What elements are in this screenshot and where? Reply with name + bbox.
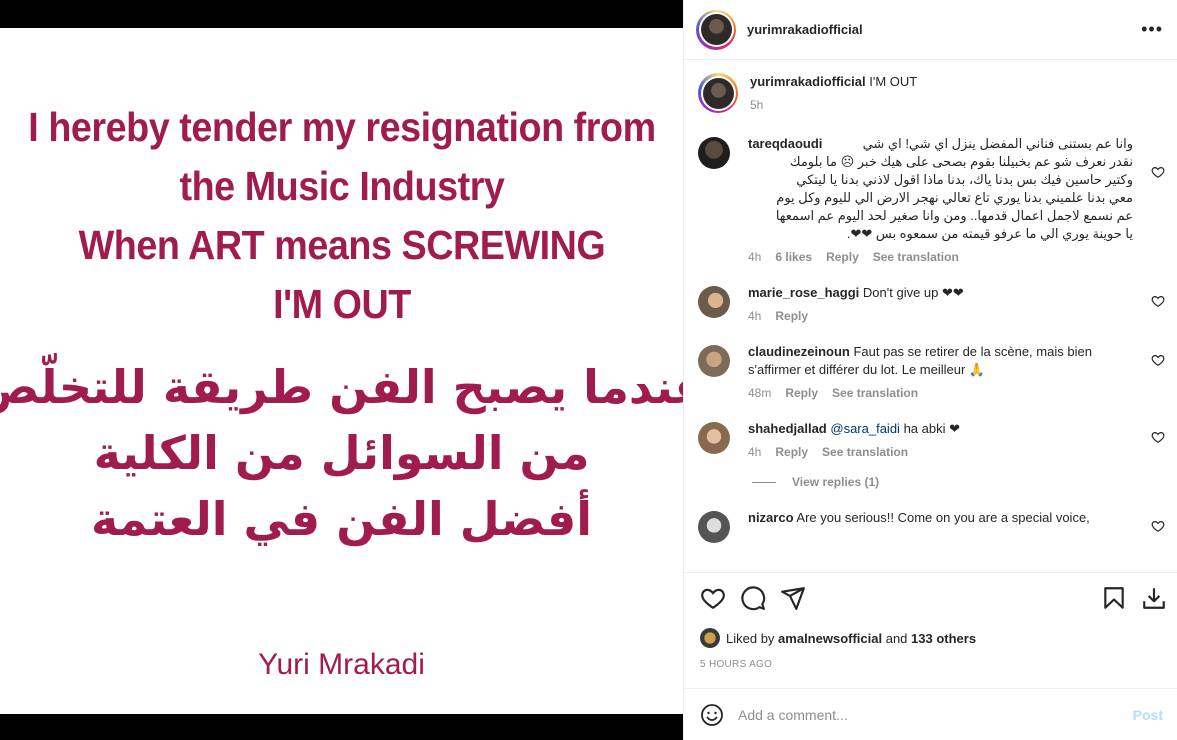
- comment-username[interactable]: nizarco: [748, 510, 794, 525]
- comment-item: claudinezeinoun Faut pas se retirer de l…: [684, 343, 1177, 400]
- see-translation-button[interactable]: See translation: [822, 445, 908, 459]
- image-signature: Yuri Mrakadi: [258, 648, 425, 681]
- comment-bubble-icon[interactable]: [740, 585, 766, 611]
- comment-time: 4h: [748, 445, 762, 459]
- comment-item: marie_rose_haggi Don't give up ❤❤ 4h Rep…: [684, 284, 1177, 323]
- image-english-text: I hereby tender my resignation from the …: [27, 98, 656, 334]
- save-bookmark-icon[interactable]: [1101, 585, 1127, 611]
- author-avatar[interactable]: [696, 9, 736, 50]
- instagram-post-view: I hereby tender my resignation from the …: [0, 0, 1177, 740]
- author-username[interactable]: yurimrakadiofficial: [747, 22, 863, 37]
- view-replies-button[interactable]: View replies (1): [752, 475, 1177, 489]
- image-line: the Music Industry: [179, 163, 504, 209]
- comment-line: معي بدنا علميني بدنا يوري تاع تعالي نهجر…: [776, 190, 1133, 205]
- comment-username[interactable]: claudinezeinoun: [748, 344, 850, 359]
- caption-username[interactable]: yurimrakadiofficial: [750, 74, 866, 89]
- likes-and: and: [885, 630, 908, 646]
- comment-username[interactable]: shahedjallad: [748, 421, 827, 436]
- like-comment-heart-icon[interactable]: [1151, 165, 1165, 179]
- more-options-icon[interactable]: •••: [1141, 19, 1163, 40]
- add-comment-bar: Post: [684, 688, 1177, 740]
- liker-username[interactable]: amalnewsofficial: [778, 631, 882, 646]
- post-caption: yurimrakadiofficial I'M OUT 5h: [684, 73, 1177, 113]
- post-media[interactable]: I hereby tender my resignation from the …: [0, 0, 706, 740]
- comments-list[interactable]: yurimrakadiofficial I'M OUT 5h tareqdaou…: [684, 61, 1177, 571]
- commenter-avatar[interactable]: [698, 422, 730, 454]
- comment-time: 4h: [748, 250, 762, 264]
- comment-time: 48m: [748, 386, 772, 400]
- comment-item: shahedjallad @sara_faidi ha abki ❤ 4h Re…: [684, 420, 1177, 459]
- commenter-avatar[interactable]: [698, 345, 730, 377]
- caption-text: I'M OUT: [869, 74, 918, 89]
- like-comment-heart-icon[interactable]: [1151, 519, 1165, 533]
- image-line: أفضل الفن في العتمة: [90, 492, 593, 546]
- download-icon[interactable]: [1141, 585, 1167, 611]
- comment-username[interactable]: marie_rose_haggi: [748, 285, 859, 300]
- comment-mention[interactable]: @sara_faidi: [830, 421, 900, 436]
- replies-divider: [752, 481, 776, 483]
- share-send-icon[interactable]: [780, 585, 806, 611]
- comment-line: يا حوينة يوري الي ما عرفو قيمته من سمعوه…: [846, 226, 1133, 241]
- comment-likes-count[interactable]: 6 likes: [775, 250, 812, 264]
- reply-button[interactable]: Reply: [775, 309, 808, 323]
- comment-line: عم نسمع لاجمل اعمال قدمها.. ومن وانا صغي…: [775, 208, 1133, 223]
- commenter-avatar[interactable]: [698, 511, 730, 543]
- like-comment-heart-icon[interactable]: [1151, 430, 1165, 444]
- post-comment-button[interactable]: Post: [1133, 707, 1163, 723]
- image-line: I hereby tender my resignation from: [27, 104, 656, 150]
- image-line: I'M OUT: [272, 281, 411, 327]
- post-actions-bar: [684, 572, 1177, 622]
- comment-line: نقدر نعرف شو عم بخبيلنا بقوم بصحى على هي…: [789, 154, 1133, 169]
- post-image: I hereby tender my resignation from the …: [0, 28, 706, 714]
- caption-avatar[interactable]: [698, 73, 738, 113]
- like-comment-heart-icon[interactable]: [1151, 294, 1165, 308]
- comment-item: nizarco Are you serious!! Come on you ar…: [684, 509, 1177, 543]
- reply-button[interactable]: Reply: [826, 250, 859, 264]
- image-line: عندما يصبح الفن طريقة للتخلّص: [0, 360, 706, 414]
- caption-time: 5h: [750, 98, 764, 112]
- image-line: When ART means SCREWING: [78, 222, 605, 268]
- see-translation-button[interactable]: See translation: [832, 386, 918, 400]
- comment-text: ha abki ❤: [903, 421, 961, 436]
- see-translation-button[interactable]: See translation: [873, 250, 959, 264]
- commenter-avatar[interactable]: [698, 137, 730, 169]
- comment-item: tareqdaoudi وانا عم بستنى فناني المفضل ي…: [684, 135, 1177, 264]
- like-heart-icon[interactable]: [700, 585, 726, 611]
- comment-text: Don't give up ❤❤: [862, 285, 964, 300]
- like-comment-heart-icon[interactable]: [1151, 353, 1165, 367]
- reply-button[interactable]: Reply: [785, 386, 818, 400]
- reply-button[interactable]: Reply: [775, 445, 808, 459]
- likes-summary: Liked by amalnewsofficial and 133 others: [700, 628, 976, 648]
- comment-time: 4h: [748, 309, 762, 323]
- comment-line: وكتير حاسين فيك بس بدنا ياك، بدنا ماذا ا…: [796, 172, 1133, 187]
- comment-text: Are you serious!! Come on you are a spec…: [796, 510, 1090, 525]
- image-arabic-text: عندما يصبح الفن طريقة للتخلّص من السوائل…: [0, 354, 706, 552]
- comment-input[interactable]: [738, 706, 1133, 723]
- post-side-panel: yurimrakadiofficial ••• yurimrakadioffic…: [683, 0, 1177, 740]
- view-replies-label: View replies (1): [792, 475, 880, 489]
- comment-username[interactable]: tareqdaoudi: [748, 136, 822, 151]
- likes-others-count[interactable]: 133 others: [911, 631, 976, 646]
- emoji-icon[interactable]: [700, 703, 724, 727]
- post-timestamp[interactable]: 5 HOURS AGO: [700, 659, 772, 670]
- image-line: من السوائل من الكلية: [93, 426, 590, 480]
- likes-prefix: Liked by: [726, 630, 775, 646]
- liker-avatar[interactable]: [700, 628, 720, 648]
- commenter-avatar[interactable]: [698, 286, 730, 318]
- post-header: yurimrakadiofficial •••: [684, 0, 1177, 60]
